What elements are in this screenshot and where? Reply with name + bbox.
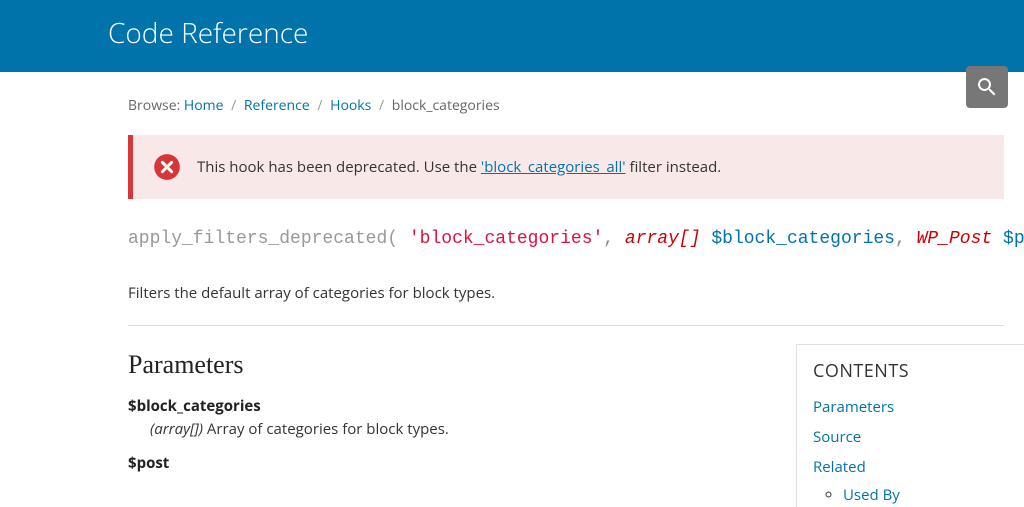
toc-list: Parameters Source Related Used By <box>813 397 1008 505</box>
table-of-contents: CONTENTS Parameters Source Related Used … <box>796 344 1024 507</box>
search-button[interactable] <box>966 66 1008 108</box>
breadcrumb-separator: / <box>317 96 322 115</box>
breadcrumb-hooks[interactable]: Hooks <box>330 96 371 115</box>
breadcrumb-current: block_categories <box>392 96 500 115</box>
toc-subitem: Used By <box>843 485 1008 505</box>
page-title: Code Reference <box>108 14 1024 52</box>
toc-link-parameters[interactable]: Parameters <box>813 397 894 417</box>
notice-link[interactable]: 'block_categories_all' <box>481 157 626 177</box>
divider <box>128 325 1004 326</box>
toc-sublist: Used By <box>843 485 1008 505</box>
toc-item: Source <box>813 427 1008 447</box>
breadcrumb-home[interactable]: Home <box>184 96 224 115</box>
notice-text: This hook has been deprecated. Use the '… <box>197 157 721 177</box>
breadcrumb-separator: / <box>379 96 384 115</box>
toc-title: CONTENTS <box>813 359 1008 383</box>
deprecation-notice: This hook has been deprecated. Use the '… <box>128 135 1004 199</box>
toc-item: Related Used By <box>813 457 1008 505</box>
breadcrumb-reference[interactable]: Reference <box>244 96 310 115</box>
toc-link-related[interactable]: Related <box>813 457 866 477</box>
search-icon <box>975 75 999 99</box>
breadcrumb-label: Browse: <box>128 96 180 115</box>
hook-description: Filters the default array of categories … <box>128 283 1004 303</box>
function-signature: apply_filters_deprecated( 'block_categor… <box>128 229 1004 249</box>
toc-link-usedby[interactable]: Used By <box>843 485 900 505</box>
error-icon <box>153 153 181 181</box>
page-header: Code Reference <box>0 0 1024 72</box>
breadcrumb: Browse: Home / Reference / Hooks / block… <box>128 96 1024 115</box>
toc-item: Parameters <box>813 397 1008 417</box>
breadcrumb-separator: / <box>231 96 236 115</box>
toc-link-source[interactable]: Source <box>813 427 861 447</box>
